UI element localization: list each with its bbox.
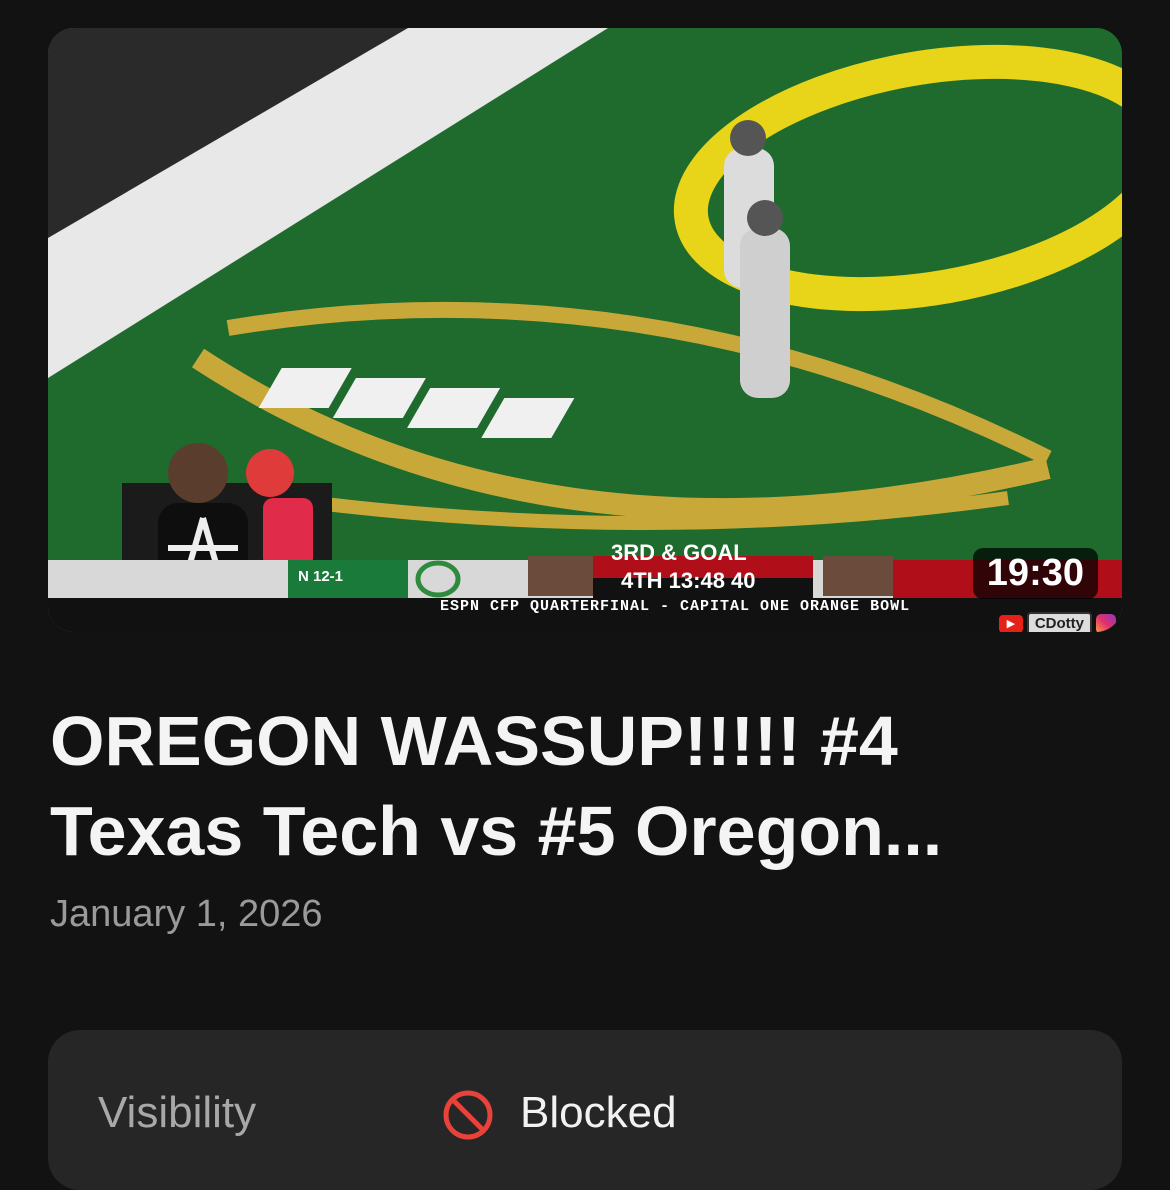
channel-watermark: ▶ CDotty (998, 612, 1116, 632)
team-record: N 12-1 (298, 568, 344, 585)
channel-name: CDotty (1026, 612, 1092, 632)
broadcast-caption: ESPN CFP QUARTERFINAL - CAPITAL ONE ORAN… (440, 598, 911, 615)
video-title[interactable]: OREGON WASSUP!!!!! #4 Texas Tech vs #5 O… (50, 696, 1110, 876)
publish-date: January 1, 2026 (50, 893, 323, 935)
down-distance: 3RD & GOAL (611, 540, 747, 565)
visibility-value: Blocked (520, 1088, 677, 1137)
blocked-icon (443, 1090, 493, 1140)
game-clock: 4TH 13:48 40 (621, 568, 756, 593)
youtube-icon: ▶ (998, 614, 1023, 632)
football-field-image (48, 28, 1122, 632)
visibility-label: Visibility (98, 1088, 257, 1137)
video-duration: 19:30 (972, 548, 1098, 599)
instagram-icon (1096, 613, 1116, 632)
visibility-row[interactable]: Visibility Blocked (48, 1030, 1122, 1190)
video-thumbnail[interactable]: N 12-1 3RD & GOAL 4TH 13:48 40 ESPN CFP … (48, 28, 1122, 632)
score-bug (48, 556, 1122, 632)
